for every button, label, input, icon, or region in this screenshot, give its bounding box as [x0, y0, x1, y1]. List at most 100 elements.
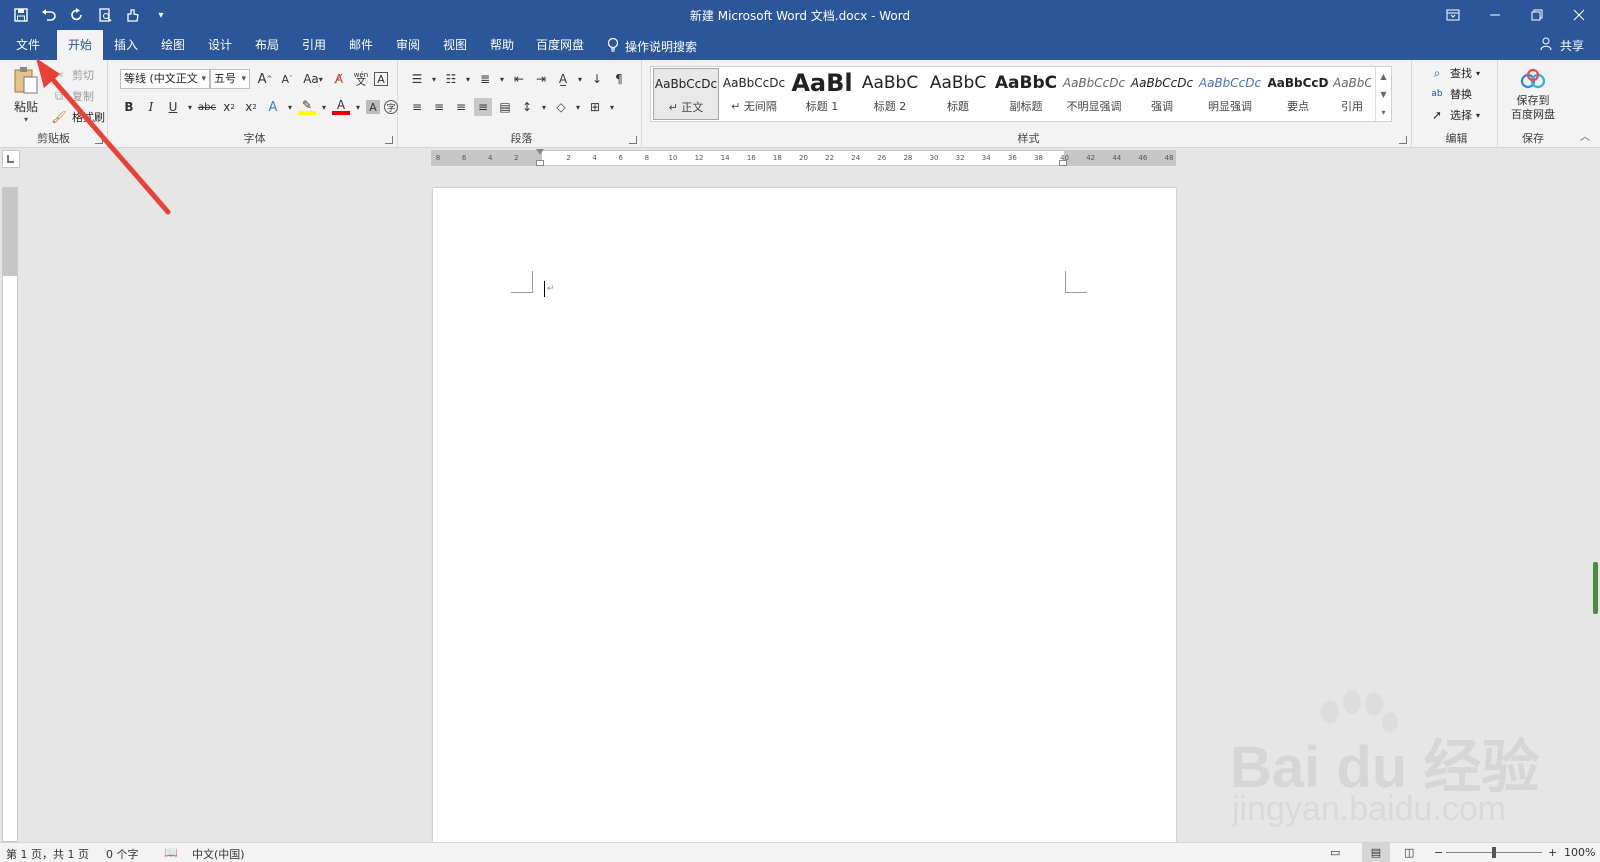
tab-help[interactable]: 帮助	[482, 30, 522, 60]
save-to-baidu-button[interactable]: 保存到 百度网盘	[1502, 64, 1564, 126]
paste-button[interactable]: 粘贴 ▾	[8, 64, 44, 124]
proofing-icon[interactable]: 📖	[164, 846, 178, 859]
style-heading-1[interactable]: AaBl 标题 1	[789, 68, 855, 120]
print-layout-icon[interactable]: ▤	[1362, 843, 1390, 862]
numbering-dropdown-icon[interactable]: ▾	[464, 70, 472, 88]
gallery-up-icon[interactable]: ▲	[1380, 72, 1386, 81]
tab-view[interactable]: 视图	[435, 30, 475, 60]
style-subtle-emphasis[interactable]: AaBbCcDc 不明显强调	[1061, 68, 1127, 120]
gallery-more-icon[interactable]: ▾	[1381, 108, 1385, 117]
highlight-dropdown-icon[interactable]: ▾	[320, 98, 328, 116]
zoom-level[interactable]: 100%	[1564, 846, 1595, 859]
style-emphasis[interactable]: AaBbCcDc 强调	[1129, 68, 1195, 120]
select-dropdown-icon[interactable]: ▾	[1476, 111, 1480, 120]
justify-icon[interactable]: ≡	[474, 98, 492, 116]
character-shading-icon[interactable]: A	[366, 100, 380, 114]
show-marks-icon[interactable]: ¶	[610, 70, 628, 88]
font-launcher-icon[interactable]	[385, 136, 393, 144]
tab-insert[interactable]: 插入	[106, 30, 146, 60]
page-count[interactable]: 第 1 页，共 1 页	[6, 846, 89, 862]
vertical-scrollbar[interactable]	[1590, 150, 1600, 842]
multilevel-dropdown-icon[interactable]: ▾	[498, 70, 506, 88]
tab-draw[interactable]: 绘图	[153, 30, 193, 60]
zoom-slider-thumb[interactable]	[1492, 847, 1496, 858]
font-color-dropdown-icon[interactable]: ▾	[354, 98, 362, 116]
superscript-icon[interactable]: x2	[242, 98, 260, 116]
share-button[interactable]: 共享	[1540, 37, 1584, 54]
subscript-icon[interactable]: x2	[220, 98, 238, 116]
font-name-dropdown[interactable]: 等线 (中文正文	[120, 69, 210, 89]
read-mode-icon[interactable]: ▭	[1330, 846, 1340, 859]
tab-layout[interactable]: 布局	[247, 30, 287, 60]
style-heading-2[interactable]: AaBbC 标题 2	[857, 68, 923, 120]
select-button[interactable]: ➚ 选择 ▾	[1428, 106, 1480, 124]
first-line-indent-marker[interactable]	[536, 149, 544, 155]
format-painter-button[interactable]: 🖌 格式刷	[50, 108, 105, 126]
decrease-indent-icon[interactable]: ⇤	[510, 70, 528, 88]
line-spacing-dropdown-icon[interactable]: ▾	[540, 98, 548, 116]
borders-dropdown-icon[interactable]: ▾	[608, 98, 616, 116]
tell-me-search[interactable]: 操作说明搜索	[607, 37, 697, 56]
gallery-down-icon[interactable]: ▼	[1380, 90, 1386, 99]
copy-button[interactable]: ⧉ 复制	[50, 87, 94, 105]
paragraph-launcher-icon[interactable]	[629, 136, 637, 144]
style-strong[interactable]: AaBbCcD 要点	[1265, 68, 1331, 120]
vertical-ruler[interactable]	[2, 187, 18, 842]
tab-references[interactable]: 引用	[294, 30, 334, 60]
tab-home[interactable]: 开始	[57, 30, 103, 60]
enclose-characters-icon[interactable]: 字	[384, 100, 398, 114]
strikethrough-icon[interactable]: abc	[198, 98, 216, 116]
asian-layout-icon[interactable]: A̲	[554, 70, 572, 88]
replace-button[interactable]: ab 替换	[1428, 85, 1472, 103]
tab-mailings[interactable]: 邮件	[341, 30, 381, 60]
font-size-dropdown[interactable]: 五号	[210, 69, 250, 89]
tab-review[interactable]: 审阅	[388, 30, 428, 60]
align-center-icon[interactable]: ≡	[430, 98, 448, 116]
find-button[interactable]: ⌕ 查找 ▾	[1428, 64, 1480, 82]
style-normal[interactable]: AaBbCcDc ↵ 正文	[653, 68, 719, 120]
ribbon-display-options-icon[interactable]	[1432, 0, 1474, 30]
cut-button[interactable]: ✂ 剪切	[50, 66, 94, 84]
document-page[interactable]: ↵	[433, 188, 1176, 842]
clear-formatting-icon[interactable]: A̸	[330, 70, 348, 88]
clipboard-launcher-icon[interactable]	[95, 136, 103, 144]
font-color-icon[interactable]: A	[332, 98, 350, 115]
text-effects-dropdown-icon[interactable]: ▾	[286, 98, 294, 116]
highlight-icon[interactable]: ✎	[298, 98, 316, 115]
style-no-spacing[interactable]: AaBbCcDc ↵ 无间隔	[721, 68, 787, 120]
increase-indent-icon[interactable]: ⇥	[532, 70, 550, 88]
asian-layout-dropdown-icon[interactable]: ▾	[576, 70, 584, 88]
right-indent-marker[interactable]	[1059, 160, 1067, 166]
underline-icon[interactable]: U	[164, 98, 182, 116]
line-spacing-icon[interactable]: ↕	[518, 98, 536, 116]
left-indent-marker[interactable]	[536, 160, 544, 166]
zoom-out-icon[interactable]: −	[1434, 846, 1443, 859]
phonetic-guide-icon[interactable]: wén 文	[352, 70, 370, 88]
style-intense-emphasis[interactable]: AaBbCcDc 明显强调	[1197, 68, 1263, 120]
language[interactable]: 中文(中国)	[192, 846, 245, 862]
styles-launcher-icon[interactable]	[1399, 136, 1407, 144]
numbering-icon[interactable]: ☷	[442, 70, 460, 88]
align-right-icon[interactable]: ≡	[452, 98, 470, 116]
paste-dropdown-icon[interactable]: ▾	[24, 115, 28, 124]
zoom-in-icon[interactable]: +	[1548, 846, 1557, 859]
collapse-ribbon-icon[interactable]: ︿	[1580, 128, 1590, 143]
gallery-scroll[interactable]: ▲ ▼ ▾	[1375, 67, 1391, 121]
multilevel-list-icon[interactable]: ≣	[476, 70, 494, 88]
character-border-icon[interactable]: A	[374, 72, 388, 86]
word-count[interactable]: 0 个字	[106, 846, 139, 862]
distributed-icon[interactable]: ▤	[496, 98, 514, 116]
tab-baidu-netdisk[interactable]: 百度网盘	[530, 30, 590, 60]
shading-dropdown-icon[interactable]: ▾	[574, 98, 582, 116]
restore-icon[interactable]	[1516, 0, 1558, 30]
horizontal-ruler[interactable]: 8 6 4 2 2 4 6 8 10 12 14 16 18 20 22 24 26 28 30 32 34 36 38 40…	[431, 149, 1176, 166]
grow-font-icon[interactable]: A ^	[256, 70, 274, 88]
italic-icon[interactable]: I	[142, 98, 160, 116]
text-effects-icon[interactable]: A	[264, 98, 282, 116]
find-dropdown-icon[interactable]: ▾	[1476, 69, 1480, 78]
close-icon[interactable]	[1558, 0, 1600, 30]
underline-dropdown-icon[interactable]: ▾	[186, 98, 194, 116]
align-left-icon[interactable]: ≡	[408, 98, 426, 116]
shading-icon[interactable]: ◇	[552, 98, 570, 116]
tab-design[interactable]: 设计	[200, 30, 240, 60]
